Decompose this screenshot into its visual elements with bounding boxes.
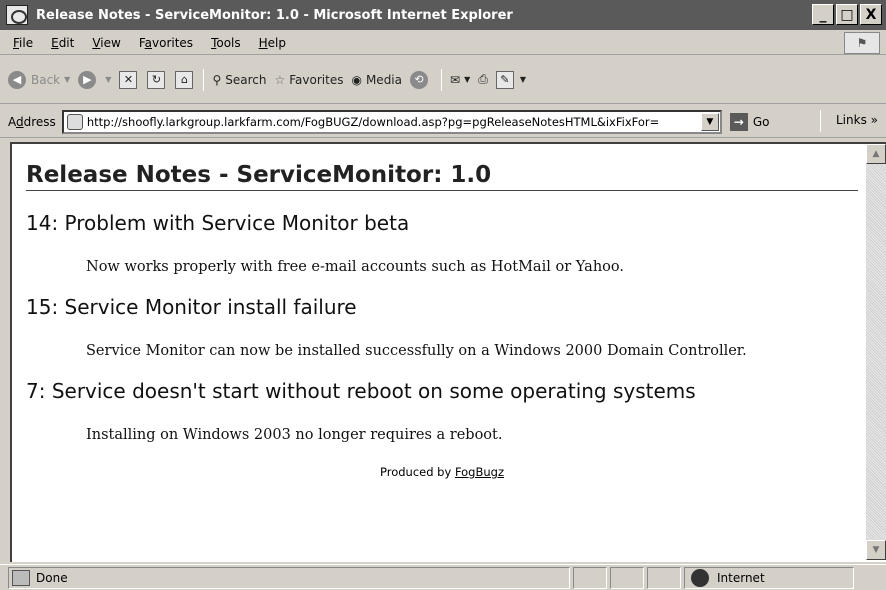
stop-button[interactable]: ✕ [119,70,139,89]
edit-button[interactable]: ✎ ▼ [495,70,526,89]
status-text: Done [36,570,68,585]
status-pane [573,566,607,589]
links-button[interactable]: Links » [836,113,878,127]
star-icon: ☆ [274,72,286,87]
zone-label: Internet [717,570,765,585]
back-arrow-icon: ◀ [8,70,26,89]
status-text-pane: Done [8,566,570,589]
menu-file[interactable]: File [10,34,36,52]
footer-text: Produced by [379,465,455,479]
history-icon: ⟲ [410,70,428,89]
release-note-item: 7: Service doesn't start without reboot … [26,379,858,443]
go-button[interactable]: → Go [729,112,769,131]
close-button[interactable]: X [860,4,882,25]
menu-help[interactable]: Help [256,34,289,52]
release-notes-page: Release Notes - ServiceMonitor: 1.0 14: … [26,162,858,479]
windows-logo-icon: ⚑ [844,32,880,54]
history-button[interactable]: ⟲ [410,70,433,89]
refresh-icon: ↻ [147,70,166,89]
home-button[interactable]: ⌂ [175,70,195,89]
scroll-up-icon[interactable]: ▲ [866,144,886,164]
case-title: 7: Service doesn't start without reboot … [26,379,696,403]
back-dropdown-icon[interactable]: ▼ [64,75,70,84]
status-bar: Done Internet [0,564,886,590]
fogbugz-link[interactable]: FogBugz [455,465,504,479]
menu-edit[interactable]: Edit [48,34,77,52]
vertical-scrollbar[interactable]: ▲ ▼ [866,144,886,560]
search-button[interactable]: ⚲ Search [212,73,266,87]
forward-arrow-icon: ▶ [78,70,97,89]
maximize-button[interactable]: □ [836,4,858,25]
menu-bar: File Edit View Favorites Tools Help ⚑ [0,31,886,55]
case-title: 14: Problem with Service Monitor beta [26,211,410,235]
address-dropdown-icon[interactable]: ▼ [700,112,719,131]
mail-icon: ✉ [450,72,461,87]
home-icon: ⌂ [175,70,194,89]
toolbar-separator [441,68,442,91]
case-note: Now works properly with free e-mail acco… [86,259,624,275]
forward-dropdown-icon[interactable]: ▼ [105,75,111,84]
case-note: Installing on Windows 2003 no longer req… [86,427,503,443]
search-icon: ⚲ [212,72,222,87]
page-footer: Produced by FogBugz [26,465,858,479]
release-note-item: 14: Problem with Service Monitor beta No… [26,211,858,275]
menu-tools[interactable]: Tools [208,34,244,52]
forward-button[interactable]: ▶ ▼ [78,70,111,89]
scroll-down-icon[interactable]: ▼ [866,540,886,560]
security-zone[interactable]: Internet [684,566,854,589]
go-arrow-icon: → [729,112,748,131]
media-icon: ◉ [351,72,362,87]
menu-view[interactable]: View [89,34,123,52]
address-bar: Address http://shoofly.larkgroup.larkfar… [0,106,886,138]
toolbar-separator [203,68,205,91]
case-note: Service Monitor can now be installed suc… [86,343,747,359]
window-title: Release Notes - ServiceMonitor: 1.0 - Mi… [36,7,513,23]
stop-icon: ✕ [119,70,138,89]
address-url[interactable]: http://shoofly.larkgroup.larkfarm.com/Fo… [87,115,697,129]
page-heading: Release Notes - ServiceMonitor: 1.0 [26,162,858,191]
page-icon [66,113,83,130]
status-pane [647,566,681,589]
refresh-button[interactable]: ↻ [147,70,167,89]
page-done-icon [12,569,30,586]
browser-content: Release Notes - ServiceMonitor: 1.0 14: … [10,142,886,562]
release-note-item: 15: Service Monitor install failure Serv… [26,295,858,359]
standard-toolbar: ◀ Back ▼ ▶ ▼ ✕ ↻ ⌂ ⚲ Search ☆ Favorites … [0,56,886,104]
back-button[interactable]: ◀ Back ▼ [8,70,70,89]
window-controls: _ □ X [812,4,882,25]
status-pane [610,566,644,589]
links-separator [820,110,821,132]
address-input[interactable]: http://shoofly.larkgroup.larkfarm.com/Fo… [61,109,722,134]
print-button[interactable]: ⎙ [478,72,488,87]
edit-icon: ✎ [495,70,514,89]
media-button[interactable]: ◉ Media [351,73,402,87]
printer-icon: ⎙ [478,72,488,86]
address-label: Address [8,114,56,129]
case-title: 15: Service Monitor install failure [26,295,357,319]
menu-favorites[interactable]: Favorites [136,34,196,52]
mail-dropdown-icon[interactable]: ▼ [464,75,470,84]
favorites-button[interactable]: ☆ Favorites [274,73,343,87]
title-bar: Release Notes - ServiceMonitor: 1.0 - Mi… [0,0,886,30]
edit-dropdown-icon[interactable]: ▼ [520,75,526,84]
globe-icon [691,568,709,587]
ie-app-icon[interactable] [6,5,28,25]
mail-button[interactable]: ✉ ▼ [450,73,470,87]
minimize-button[interactable]: _ [812,4,834,25]
chevron-right-icon: » [870,113,878,127]
